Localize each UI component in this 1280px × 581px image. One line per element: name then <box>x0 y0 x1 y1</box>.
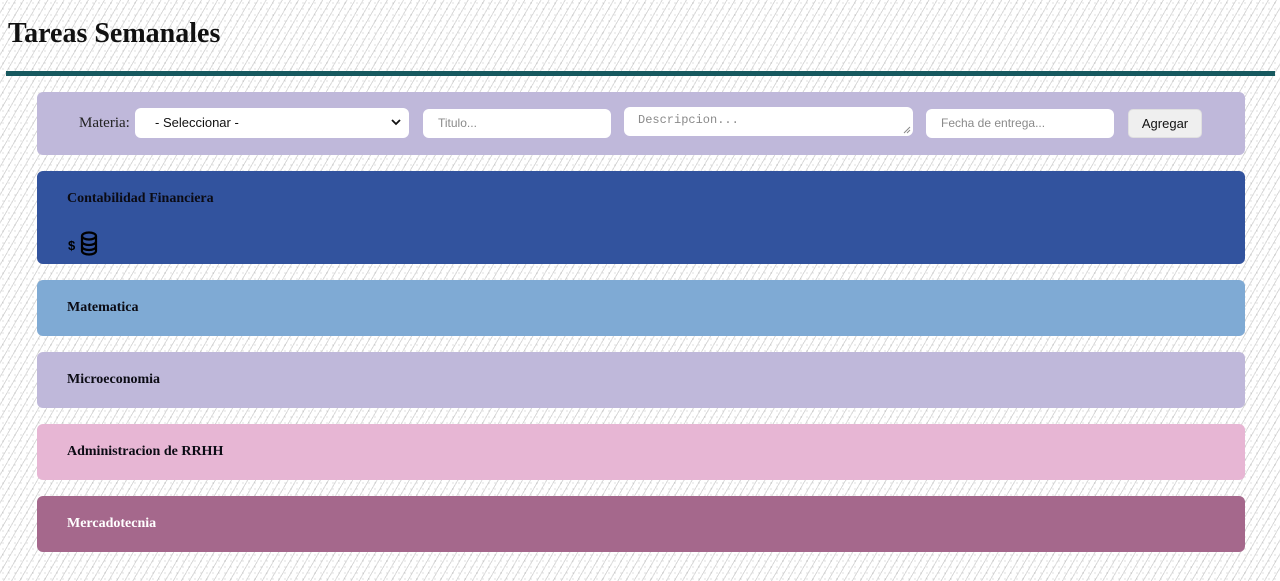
subject-name: Contabilidad Financiera <box>67 191 214 206</box>
subject-label: Materia: <box>79 115 130 131</box>
svg-text:$: $ <box>68 238 76 253</box>
description-textarea[interactable]: Descripcion... <box>624 107 913 136</box>
subject-select-value: - Seleccionar - <box>155 115 239 130</box>
subject-name: Mercadotecnia <box>67 516 157 531</box>
title-divider <box>6 71 1275 76</box>
title-input-placeholder: Titulo... <box>438 116 477 130</box>
subject-card-matematica[interactable]: Matematica <box>37 280 1245 336</box>
subject-name: Microeconomia <box>67 372 161 387</box>
due-date-input[interactable]: Fecha de entrega... <box>926 109 1114 138</box>
task-form: Materia: - Seleccionar - Titulo... Descr… <box>37 92 1245 155</box>
description-placeholder: Descripcion... <box>638 113 739 127</box>
title-input[interactable]: Titulo... <box>423 109 611 138</box>
chevron-down-icon <box>391 119 401 126</box>
resize-grip-icon[interactable] <box>903 126 911 134</box>
subject-card-microeconomia[interactable]: Microeconomia <box>37 352 1245 408</box>
subject-card-administracion[interactable]: Administracion de RRHH <box>37 424 1245 480</box>
subject-name: Matematica <box>67 300 139 315</box>
due-date-placeholder: Fecha de entrega... <box>941 116 1046 130</box>
subject-select[interactable]: - Seleccionar - <box>135 108 409 138</box>
page-title: Tareas Semanales <box>8 18 221 49</box>
add-button[interactable]: Agregar <box>1128 109 1202 138</box>
subject-name: Administracion de RRHH <box>67 444 224 459</box>
money-coins-icon: $ <box>68 231 98 256</box>
subject-card-contabilidad[interactable]: Contabilidad Financiera $ <box>37 171 1245 264</box>
subject-card-mercadotecnia[interactable]: Mercadotecnia <box>37 496 1245 552</box>
